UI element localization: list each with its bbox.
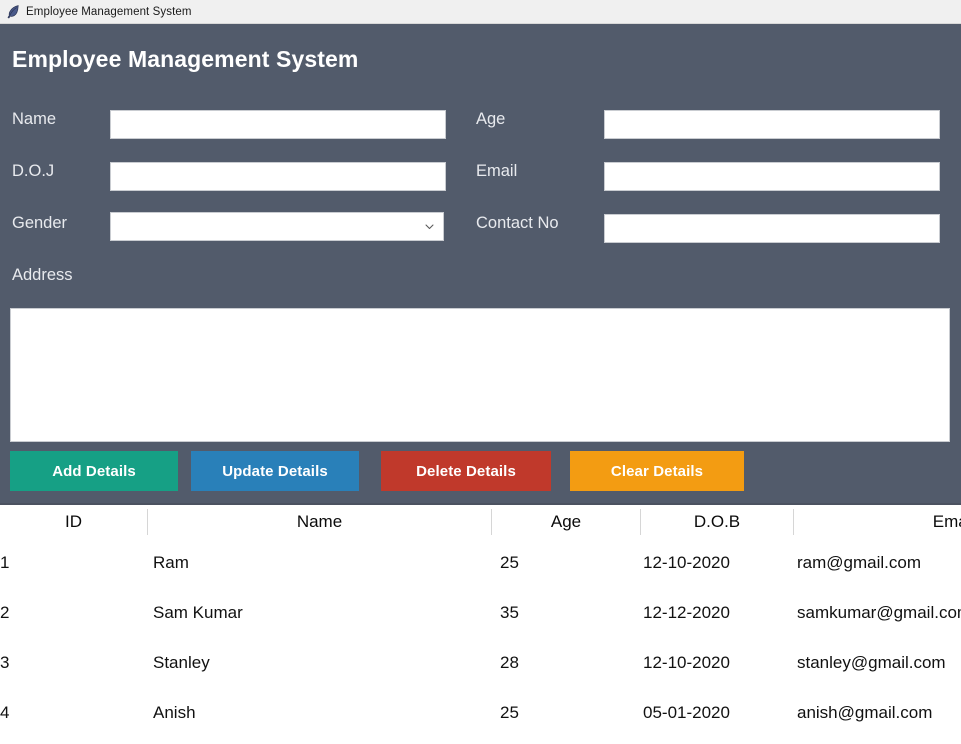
email-input[interactable] [604, 162, 940, 191]
delete-details-button[interactable]: Delete Details [381, 451, 551, 491]
cell-email: stanley@gmail.com [794, 638, 961, 688]
gender-select[interactable] [110, 212, 444, 241]
table-row[interactable]: 2 Sam Kumar 35 12-12-2020 samkumar@gmail… [0, 588, 961, 638]
employee-management-window: Employee Management System Employee Mana… [0, 0, 961, 744]
cell-email: samkumar@gmail.com [794, 588, 961, 638]
cell-id: 2 [0, 588, 147, 638]
cell-id: 1 [0, 538, 147, 588]
table-row[interactable]: 3 Stanley 28 12-10-2020 stanley@gmail.co… [0, 638, 961, 688]
cell-dob: 05-01-2020 [641, 688, 793, 738]
contact-no-input[interactable] [604, 214, 940, 243]
table-row[interactable]: 1 Ram 25 12-10-2020 ram@gmail.com [0, 538, 961, 588]
cell-email: anish@gmail.com [794, 688, 961, 738]
column-header-age[interactable]: Age [492, 505, 640, 538]
cell-name: Stanley [148, 638, 491, 688]
add-details-button[interactable]: Add Details [10, 451, 178, 491]
label-name: Name [12, 110, 56, 129]
cell-name: Sam Kumar [148, 588, 491, 638]
cell-email: ram@gmail.com [794, 538, 961, 588]
form-panel: Employee Management System Name D.O.J Ge… [0, 24, 961, 503]
column-header-email[interactable]: Email [794, 505, 961, 538]
label-age: Age [476, 110, 505, 129]
update-details-button[interactable]: Update Details [191, 451, 359, 491]
label-gender: Gender [12, 214, 67, 233]
clear-details-button[interactable]: Clear Details [570, 451, 744, 491]
cell-dob: 12-10-2020 [641, 638, 793, 688]
cell-age: 25 [492, 538, 640, 588]
doj-input[interactable] [110, 162, 446, 191]
column-header-id[interactable]: ID [0, 505, 147, 538]
label-address: Address [12, 266, 73, 285]
cell-id: 3 [0, 638, 147, 688]
cell-age: 35 [492, 588, 640, 638]
name-input[interactable] [110, 110, 446, 139]
table-row[interactable]: 4 Anish 25 05-01-2020 anish@gmail.com [0, 688, 961, 738]
employee-table[interactable]: ID Name Age D.O.B Email 1 Ram 25 12-10-2… [0, 503, 961, 744]
label-contact-no: Contact No [476, 214, 559, 233]
column-header-dob[interactable]: D.O.B [641, 505, 793, 538]
window-titlebar: Employee Management System [0, 0, 961, 24]
feather-quill-icon [4, 3, 22, 21]
cell-dob: 12-10-2020 [641, 538, 793, 588]
cell-age: 28 [492, 638, 640, 688]
cell-id: 4 [0, 688, 147, 738]
cell-age: 25 [492, 688, 640, 738]
age-input[interactable] [604, 110, 940, 139]
label-email: Email [476, 162, 517, 181]
window-title: Employee Management System [26, 6, 192, 18]
page-title: Employee Management System [12, 46, 358, 73]
table-header-row: ID Name Age D.O.B Email [0, 503, 961, 538]
cell-name: Anish [148, 688, 491, 738]
chevron-down-icon [424, 221, 435, 232]
label-doj: D.O.J [12, 162, 54, 181]
address-textarea[interactable] [10, 308, 950, 442]
column-header-name[interactable]: Name [148, 505, 491, 538]
cell-name: Ram [148, 538, 491, 588]
cell-dob: 12-12-2020 [641, 588, 793, 638]
